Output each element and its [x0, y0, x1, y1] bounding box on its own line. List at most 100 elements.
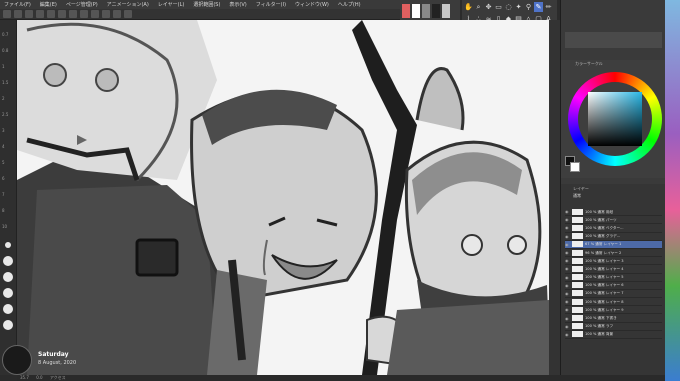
- hand-icon[interactable]: ✋: [464, 2, 473, 12]
- eye-icon[interactable]: ◉: [565, 332, 572, 337]
- layer-row[interactable]: ◉ 100 % 通常 レイヤー 3: [565, 257, 662, 266]
- eye-icon[interactable]: ◉: [565, 275, 572, 280]
- menu-window[interactable]: ウィンドウ(W): [295, 1, 329, 8]
- menu-edit[interactable]: 編集(E): [40, 1, 57, 8]
- zoom-icon[interactable]: ⌕: [474, 2, 483, 12]
- saturation-value-square[interactable]: [588, 92, 642, 146]
- layer-row[interactable]: ◉ 100 % 通常 レイヤー 7: [565, 290, 662, 299]
- layer-row[interactable]: ◉ 100 % 通常 グラデ...: [565, 233, 662, 241]
- menu-help[interactable]: ヘルプ(H): [338, 1, 361, 8]
- drawing-canvas[interactable]: [17, 20, 549, 375]
- layer-thumbnail: [572, 216, 583, 223]
- ruler-snap-icon[interactable]: [113, 10, 121, 18]
- size-tick[interactable]: 0.7: [2, 32, 15, 37]
- size-tick[interactable]: 8: [2, 208, 15, 213]
- eye-icon[interactable]: ◉: [565, 299, 572, 304]
- eye-icon[interactable]: ◉: [565, 242, 572, 247]
- swatch-gray[interactable]: [422, 3, 430, 18]
- size-tick[interactable]: 5: [2, 160, 15, 165]
- brush-size-dot[interactable]: [5, 242, 11, 248]
- layer-row[interactable]: ◉ 100 % 通常 背景: [565, 331, 662, 339]
- menu-file[interactable]: ファイル(F): [4, 1, 31, 8]
- new-icon[interactable]: [3, 10, 11, 18]
- swatch-light[interactable]: [442, 3, 450, 18]
- hue-ring[interactable]: [568, 72, 662, 166]
- brush-size-dot[interactable]: [3, 288, 13, 298]
- layer-thumbnail: [572, 249, 583, 256]
- eye-icon[interactable]: ◉: [565, 266, 572, 271]
- grid-snap-icon[interactable]: [124, 10, 132, 18]
- size-tick[interactable]: 4: [2, 144, 15, 149]
- invert-selection-icon[interactable]: [91, 10, 99, 18]
- layer-row[interactable]: ◉ 100 % 通常 ラフ: [565, 323, 662, 331]
- eye-icon[interactable]: ◉: [565, 316, 572, 321]
- layer-row[interactable]: ◉ 100 % 通常 ベクター...: [565, 224, 662, 233]
- layer-row[interactable]: ◉ 96 % 通常 レイヤー 2: [565, 249, 662, 258]
- wand-icon[interactable]: ✦: [514, 2, 523, 12]
- layer-row[interactable]: ◉ 100 % 通常 レイヤー 4: [565, 265, 662, 274]
- layer-thumbnail: [572, 208, 583, 215]
- pen-icon[interactable]: ✎: [534, 2, 543, 12]
- eye-icon[interactable]: ◉: [565, 250, 572, 255]
- size-tick[interactable]: 10: [2, 224, 15, 229]
- layer-row[interactable]: ◉ 100 % 通常 レイヤー 8: [565, 298, 662, 307]
- menu-view[interactable]: 表示(V): [229, 1, 246, 8]
- eye-icon[interactable]: ◉: [565, 234, 572, 239]
- menu-selection[interactable]: 選択範囲(S): [193, 1, 220, 8]
- undo-icon[interactable]: [36, 10, 44, 18]
- swatch-white[interactable]: [412, 3, 420, 18]
- deselect-icon[interactable]: [80, 10, 88, 18]
- transform-icon[interactable]: [69, 10, 77, 18]
- menu-layer[interactable]: レイヤー(L): [158, 1, 185, 8]
- size-tick[interactable]: 1.5: [2, 80, 15, 85]
- layer-row[interactable]: ◉ 100 % 通常 レイヤー 6: [565, 282, 662, 290]
- size-tick[interactable]: 6: [2, 176, 15, 181]
- brush-preview[interactable]: [565, 32, 662, 48]
- pencil-icon[interactable]: ✏: [544, 2, 553, 12]
- layer-row[interactable]: ◉ 100 % 通常 レイヤー 5: [565, 274, 662, 282]
- snap-icon[interactable]: [102, 10, 110, 18]
- menu-page[interactable]: ページ管理(P): [66, 1, 98, 8]
- brush-size-dot[interactable]: [3, 304, 13, 314]
- open-icon[interactable]: [14, 10, 22, 18]
- eye-icon[interactable]: ◉: [565, 258, 572, 263]
- size-tick[interactable]: 0.8: [2, 48, 15, 53]
- move-icon[interactable]: ✥: [484, 2, 493, 12]
- eyedropper-icon[interactable]: ⚲: [524, 2, 533, 12]
- layer-thumbnail: [572, 282, 583, 289]
- brush-size-dot[interactable]: [3, 320, 13, 330]
- select-icon[interactable]: ▭: [494, 2, 503, 12]
- eye-icon[interactable]: ◉: [565, 217, 572, 222]
- layer-row[interactable]: ◉ 67 % 通常 レイヤー 1: [565, 240, 662, 249]
- size-tick[interactable]: 3: [2, 128, 15, 133]
- layer-row[interactable]: ◉ 100 % 通常 用紙: [565, 208, 662, 217]
- lasso-icon[interactable]: ◌: [504, 2, 513, 12]
- eye-icon[interactable]: ◉: [565, 324, 572, 329]
- size-tick[interactable]: 2.5: [2, 112, 15, 117]
- blend-mode-select[interactable]: 通常: [573, 193, 581, 199]
- swatch-red[interactable]: [402, 3, 410, 18]
- eye-icon[interactable]: ◉: [565, 283, 572, 288]
- save-icon[interactable]: [25, 10, 33, 18]
- menu-filter[interactable]: フィルター(I): [256, 1, 286, 8]
- eye-icon[interactable]: ◉: [565, 307, 572, 312]
- eye-icon[interactable]: ◉: [565, 291, 572, 296]
- size-tick[interactable]: 1: [2, 64, 15, 69]
- eye-icon[interactable]: ◉: [565, 225, 572, 230]
- swatch-black[interactable]: [432, 3, 440, 18]
- sub-color-swatch[interactable]: [570, 162, 580, 172]
- size-tick[interactable]: 2: [2, 96, 15, 101]
- redo-icon[interactable]: [47, 10, 55, 18]
- layer-row[interactable]: ◉ 100 % 通常 下書き: [565, 314, 662, 323]
- layer-thumbnail: [572, 315, 583, 322]
- layer-name: 100 % 通常 レイヤー 8: [585, 299, 624, 304]
- brush-size-dot[interactable]: [3, 272, 13, 282]
- layer-row[interactable]: ◉ 100 % 通常 パーツ: [565, 216, 662, 225]
- eye-icon[interactable]: ◉: [565, 209, 572, 214]
- canvas-scrollbar[interactable]: [549, 20, 560, 375]
- size-tick[interactable]: 7: [2, 192, 15, 197]
- brush-size-dot[interactable]: [3, 256, 13, 266]
- layer-row[interactable]: ◉ 100 % 通常 レイヤー 9: [565, 306, 662, 315]
- menu-animation[interactable]: アニメーション(A): [107, 1, 149, 8]
- clear-icon[interactable]: [58, 10, 66, 18]
